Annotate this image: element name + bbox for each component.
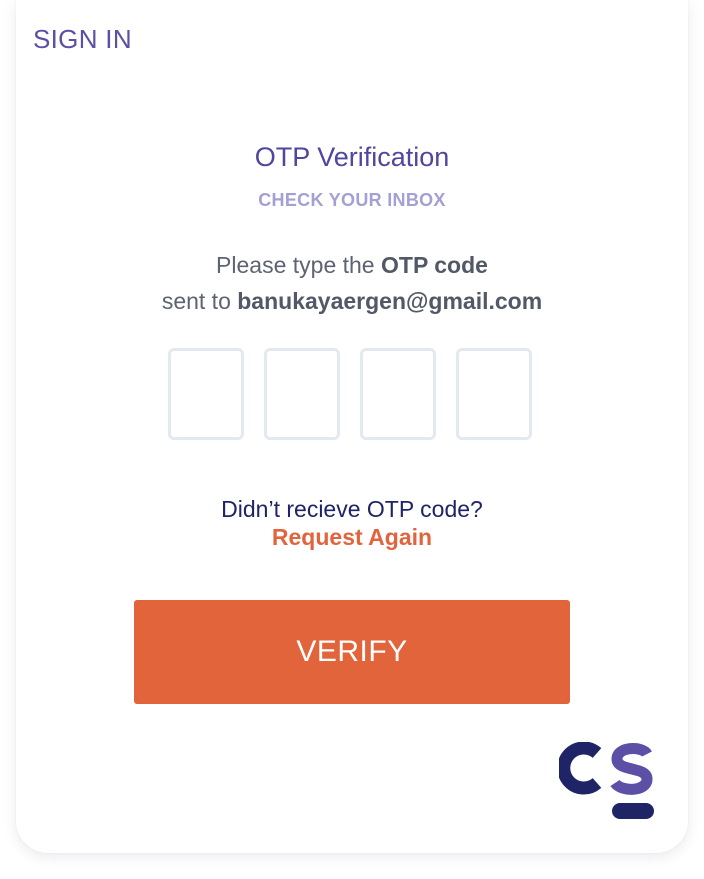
instruction-otp-code: OTP code xyxy=(381,252,488,278)
request-again-link[interactable]: Request Again xyxy=(16,524,688,551)
sign-in-card: SIGN IN OTP Verification CHECK YOUR INBO… xyxy=(16,0,688,853)
sent-to-prefix: sent to xyxy=(161,288,238,314)
resend-question: Didn’t recieve OTP code? xyxy=(221,496,483,522)
otp-digit-input-2[interactable] xyxy=(264,348,340,440)
sign-in-heading: SIGN IN xyxy=(33,24,132,54)
otp-instruction-line-1: Please type the OTP code xyxy=(16,252,688,279)
otp-instruction-line-2: sent to banukayaergen@gmail.com xyxy=(16,288,688,315)
otp-digit-input-1[interactable] xyxy=(168,348,244,440)
otp-title: OTP Verification xyxy=(254,142,450,172)
otp-digit-input-3[interactable] xyxy=(360,348,436,440)
verify-button[interactable]: VERIFY xyxy=(134,600,570,704)
otp-subtitle: CHECK YOUR INBOX xyxy=(258,190,446,210)
instruction-prefix: Please type the xyxy=(216,252,381,278)
otp-digit-input-4[interactable] xyxy=(456,348,532,440)
recipient-email: banukayaergen@gmail.com xyxy=(237,288,543,314)
cs-logo xyxy=(559,742,654,819)
otp-input-group xyxy=(168,348,536,444)
